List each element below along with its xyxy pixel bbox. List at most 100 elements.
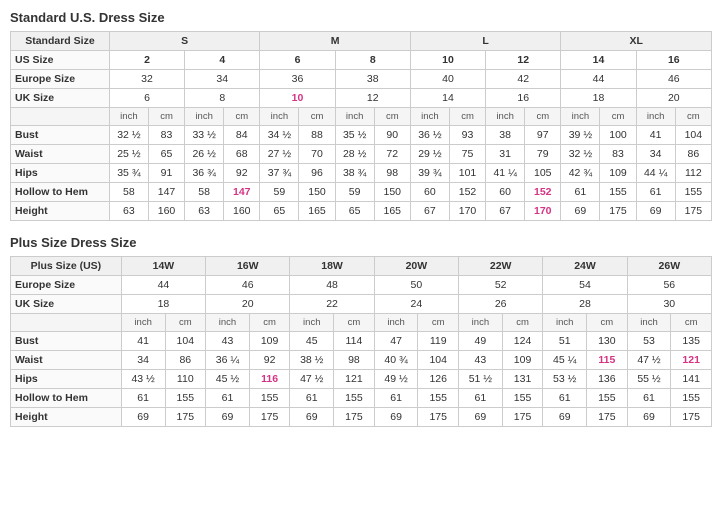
plus-hips-14: 141 [671, 370, 712, 389]
plus-hips-8: 126 [418, 370, 459, 389]
plus-waist-2: 86 [165, 351, 206, 370]
bust-16: 104 [675, 126, 711, 145]
height-9: 67 [410, 202, 449, 221]
plus-bust-14: 135 [671, 332, 712, 351]
plus-height-5: 69 [290, 408, 334, 427]
waist-12: 79 [525, 145, 561, 164]
plus-hips-4: 116 [249, 370, 290, 389]
plus-inch-4: inch [374, 314, 418, 332]
eu-36: 36 [260, 70, 335, 89]
plus-hollow-1: 61 [121, 389, 165, 408]
bust-14: 100 [600, 126, 636, 145]
plus-bust-2: 104 [165, 332, 206, 351]
height-11: 67 [486, 202, 525, 221]
bust-6: 88 [299, 126, 335, 145]
plus-height-13: 69 [627, 408, 671, 427]
height-10: 170 [449, 202, 485, 221]
plus-waist-14: 121 [671, 351, 712, 370]
hips-15: 44 ¼ [636, 164, 675, 183]
us-10: 10 [410, 51, 485, 70]
plus-26w: 26W [627, 257, 711, 276]
us-12: 12 [486, 51, 561, 70]
plus-uk-label: UK Size [11, 295, 122, 314]
hollow-3: 58 [185, 183, 224, 202]
hollow-1: 58 [109, 183, 148, 202]
plus-14w: 14W [121, 257, 205, 276]
europe-size-label: Europe Size [11, 70, 110, 89]
bust-2: 83 [148, 126, 184, 145]
plus-size-label: Plus Size (US) [11, 257, 122, 276]
waist-16: 86 [675, 145, 711, 164]
plus-cm-7: cm [671, 314, 712, 332]
std-cm-5: cm [449, 108, 485, 126]
hollow-11: 60 [486, 183, 525, 202]
plus-hollow-4: 155 [249, 389, 290, 408]
std-inch-2: inch [185, 108, 224, 126]
std-inch-8: inch [636, 108, 675, 126]
plus-hollow-8: 155 [418, 389, 459, 408]
plus-uk-26: 26 [459, 295, 543, 314]
waist-8: 72 [374, 145, 410, 164]
height-3: 63 [185, 202, 224, 221]
hollow-2: 147 [148, 183, 184, 202]
us-2: 2 [109, 51, 184, 70]
plus-waist-7: 40 ¾ [374, 351, 418, 370]
waist-10: 75 [449, 145, 485, 164]
plus-hips-6: 121 [334, 370, 375, 389]
plus-waist-5: 38 ½ [290, 351, 334, 370]
plus-height-12: 175 [587, 408, 628, 427]
height-8: 165 [374, 202, 410, 221]
hips-9: 39 ¾ [410, 164, 449, 183]
hips-11: 41 ¼ [486, 164, 525, 183]
us-4: 4 [185, 51, 260, 70]
bust-label: Bust [11, 126, 110, 145]
bust-13: 39 ½ [561, 126, 600, 145]
eu-46: 46 [636, 70, 711, 89]
hollow-label: Hollow to Hem [11, 183, 110, 202]
hips-14: 109 [600, 164, 636, 183]
plus-hollow-9: 61 [459, 389, 503, 408]
plus-height-4: 175 [249, 408, 290, 427]
height-2: 160 [148, 202, 184, 221]
hollow-10: 152 [449, 183, 485, 202]
standard-table: Standard Size S M L XL US Size 2 4 6 8 1… [10, 31, 712, 221]
plus-height-1: 69 [121, 408, 165, 427]
eu-34: 34 [185, 70, 260, 89]
size-xl: XL [561, 32, 712, 51]
plus-bust-3: 43 [206, 332, 250, 351]
waist-15: 34 [636, 145, 675, 164]
plus-height-7: 69 [374, 408, 418, 427]
waist-3: 26 ½ [185, 145, 224, 164]
uk-8: 8 [185, 89, 260, 108]
plus-cm-6: cm [587, 314, 628, 332]
hollow-9: 60 [410, 183, 449, 202]
std-inch-7: inch [561, 108, 600, 126]
plus-waist-6: 98 [334, 351, 375, 370]
std-inch-5: inch [410, 108, 449, 126]
plus-waist-4: 92 [249, 351, 290, 370]
std-cm-2: cm [224, 108, 260, 126]
plus-hips-label: Hips [11, 370, 122, 389]
eu-32: 32 [109, 70, 184, 89]
hips-8: 98 [374, 164, 410, 183]
std-inch-1: inch [109, 108, 148, 126]
bust-11: 38 [486, 126, 525, 145]
std-size-label: Standard Size [11, 32, 110, 51]
hips-1: 35 ¾ [109, 164, 148, 183]
plus-hollow-label: Hollow to Hem [11, 389, 122, 408]
plus-height-6: 175 [334, 408, 375, 427]
bust-8: 90 [374, 126, 410, 145]
plus-eu-46: 46 [206, 276, 290, 295]
plus-hips-12: 136 [587, 370, 628, 389]
plus-table: Plus Size (US) 14W 16W 18W 20W 22W 24W 2… [10, 256, 712, 427]
plus-hollow-13: 61 [627, 389, 671, 408]
plus-bust-8: 119 [418, 332, 459, 351]
plus-bust-5: 45 [290, 332, 334, 351]
plus-waist-8: 104 [418, 351, 459, 370]
std-inch-4: inch [335, 108, 374, 126]
std-cm-8: cm [675, 108, 711, 126]
plus-eu-50: 50 [374, 276, 458, 295]
plus-hips-2: 110 [165, 370, 206, 389]
plus-20w: 20W [374, 257, 458, 276]
plus-eu-44: 44 [121, 276, 205, 295]
